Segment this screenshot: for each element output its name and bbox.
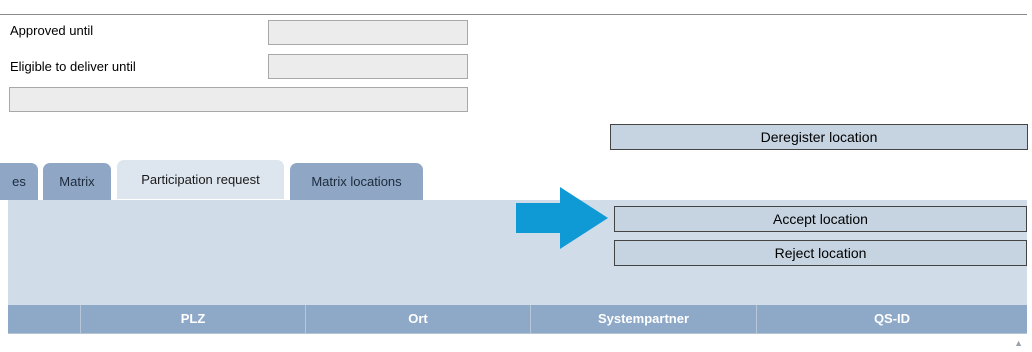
- approved-until-field[interactable]: [268, 20, 468, 45]
- tab-strip: es Matrix Participation request Matrix l…: [0, 160, 1027, 200]
- column-header-blank[interactable]: [8, 305, 81, 333]
- table-header: PLZ Ort Systempartner QS-ID: [8, 305, 1027, 334]
- column-header-qs-id[interactable]: QS-ID: [757, 305, 1027, 333]
- eligible-field[interactable]: [268, 54, 468, 79]
- tab-matrix-locations[interactable]: Matrix locations: [290, 163, 423, 200]
- column-header-ort[interactable]: Ort: [306, 305, 531, 333]
- right-arrow-icon: [516, 187, 608, 249]
- eligible-label: Eligible to deliver until: [10, 59, 136, 74]
- reject-location-button[interactable]: Reject location: [614, 240, 1027, 266]
- tab-truncated[interactable]: es: [0, 163, 38, 200]
- column-header-systempartner[interactable]: Systempartner: [531, 305, 757, 333]
- deregister-location-button[interactable]: Deregister location: [610, 124, 1028, 150]
- wide-field[interactable]: [9, 87, 468, 112]
- tab-participation-request[interactable]: Participation request: [117, 160, 284, 199]
- column-header-plz[interactable]: PLZ: [81, 305, 306, 333]
- approved-until-label: Approved until: [10, 23, 94, 38]
- accept-location-button[interactable]: Accept location: [614, 206, 1027, 232]
- tab-matrix[interactable]: Matrix: [43, 163, 111, 200]
- scroll-up-icon[interactable]: ▲: [1014, 338, 1023, 348]
- top-divider: [0, 14, 1027, 15]
